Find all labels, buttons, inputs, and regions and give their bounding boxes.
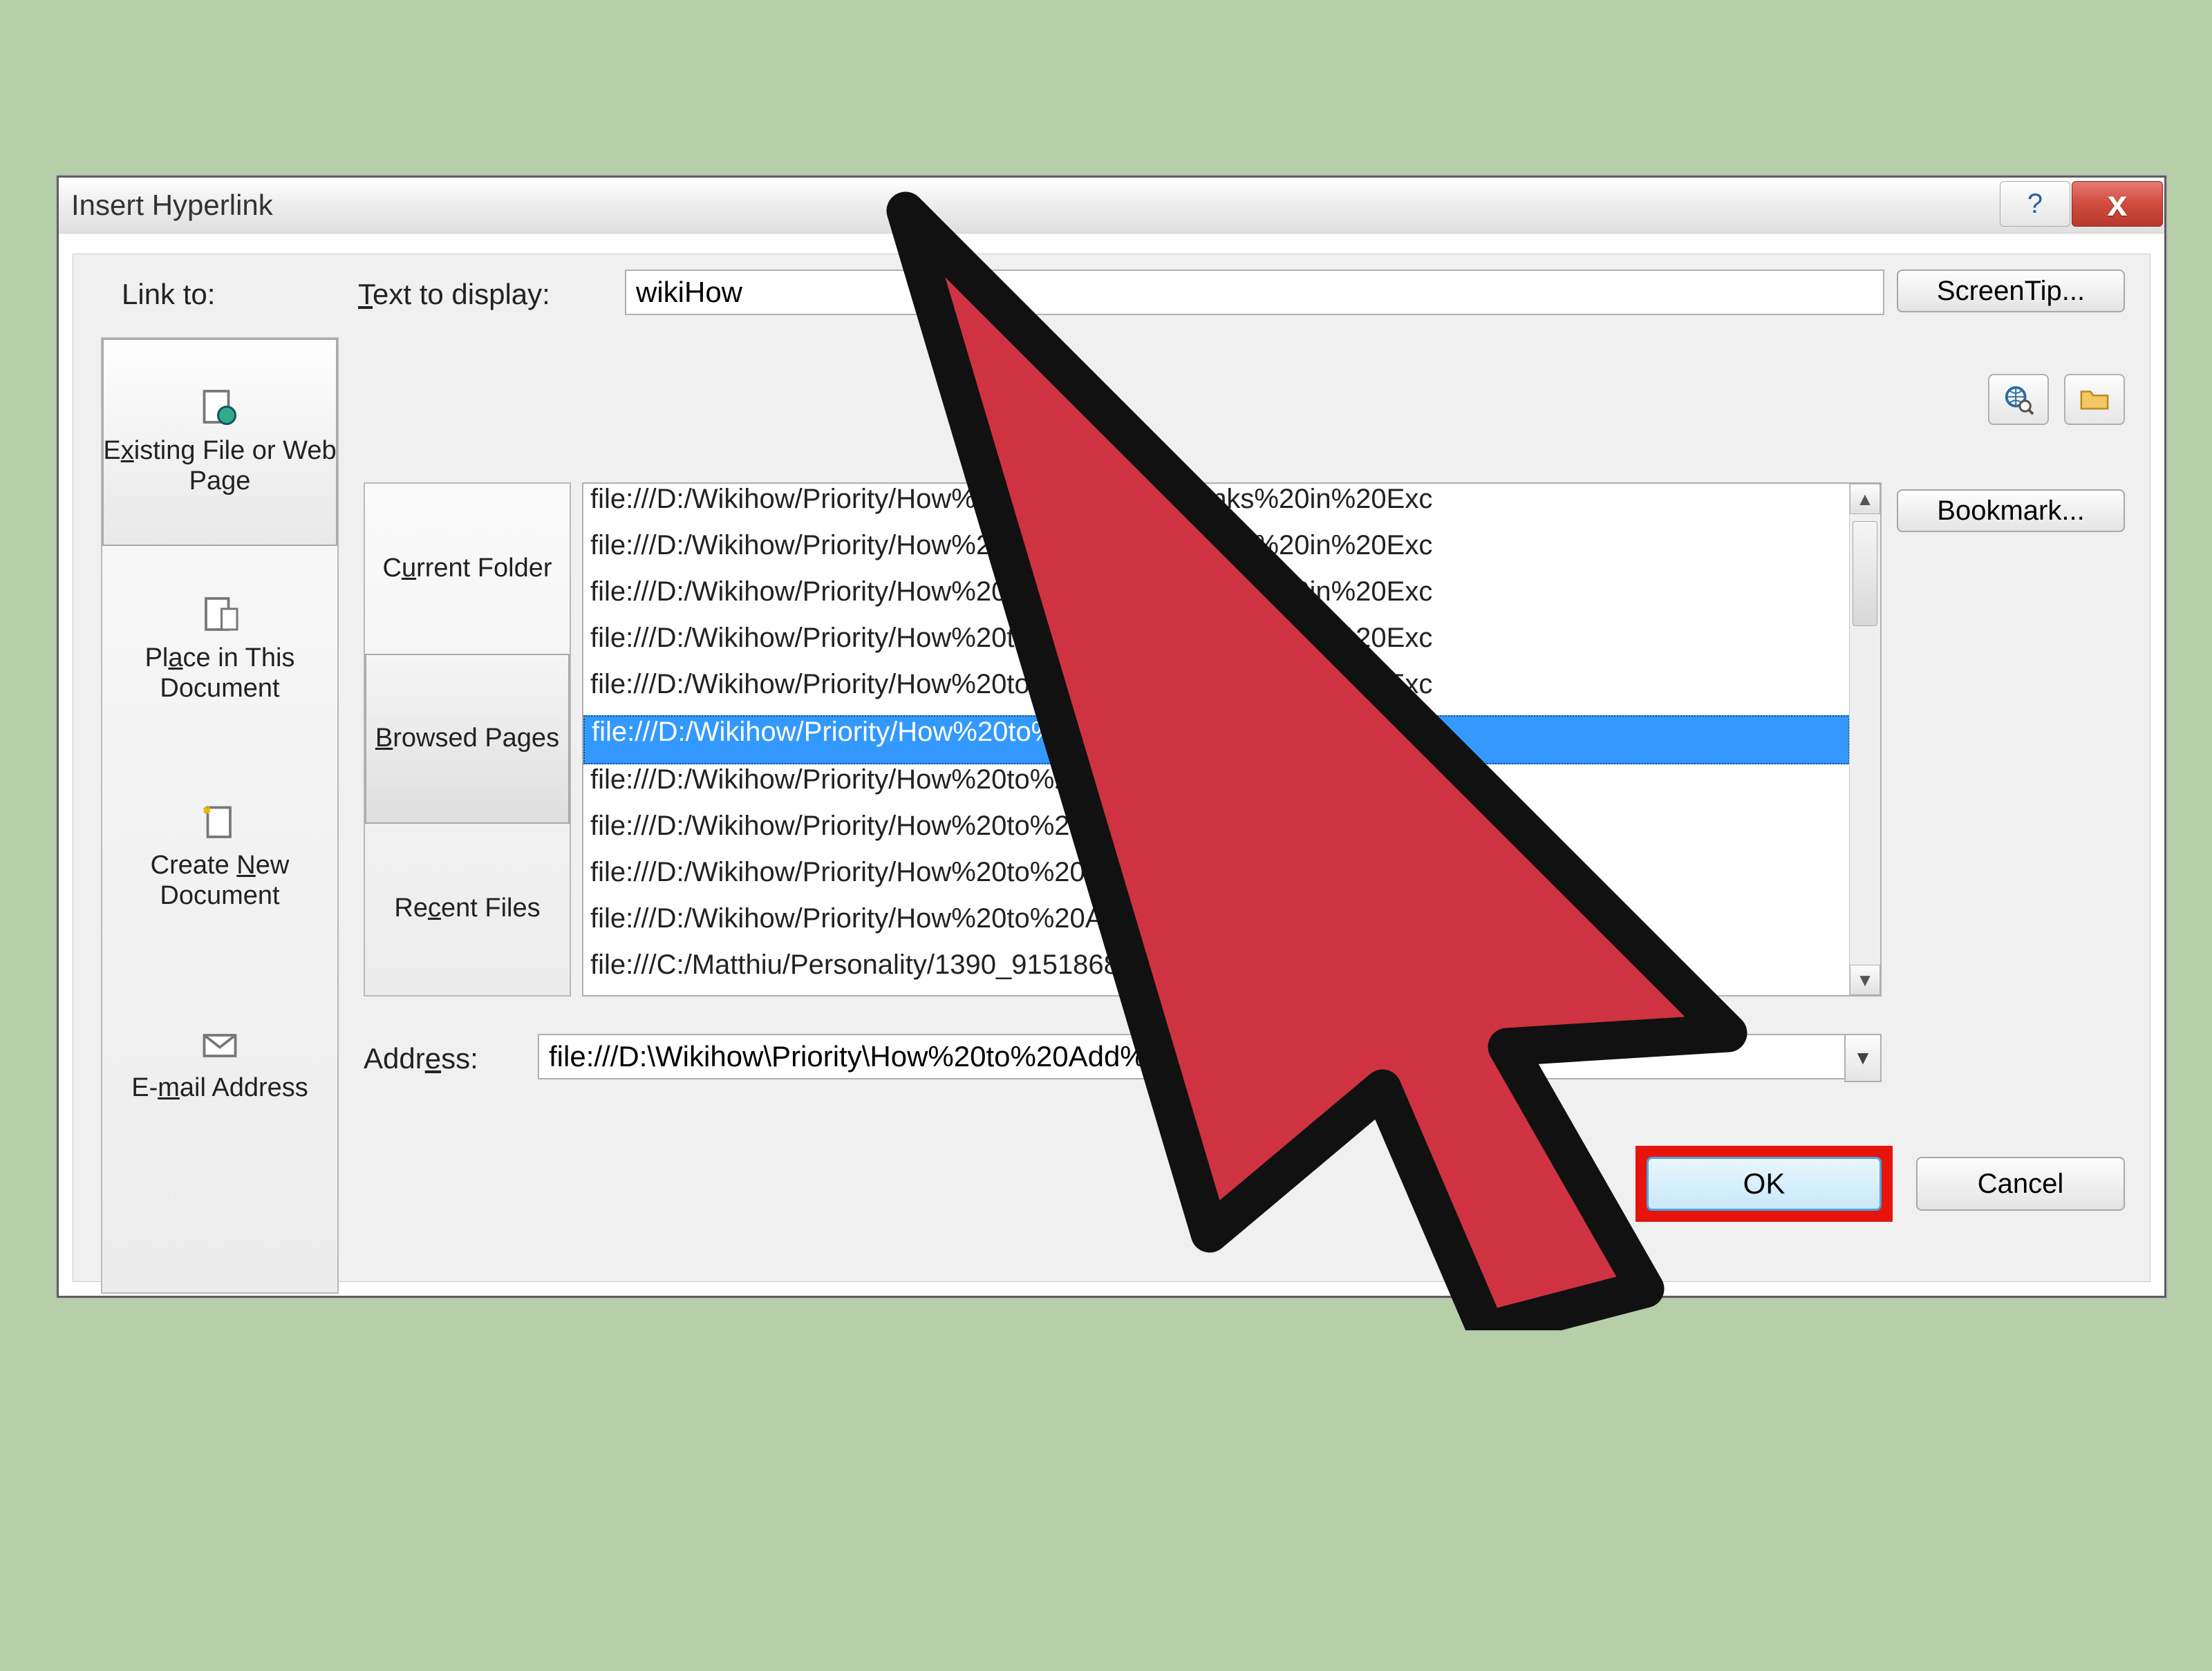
file-list-items: file:///D:/Wikihow/Priority/How%20to%20A… (583, 484, 1850, 995)
lookin-toolbar (364, 372, 2125, 427)
screentip-button[interactable]: ScreenTip... (1897, 270, 2125, 312)
address-label: Address: (364, 1042, 478, 1075)
list-item[interactable]: file:///D:/Wikihow/Priority/How%20to%20A… (583, 811, 1850, 857)
list-item[interactable]: file:///D:/Wikihow/Priority/How%20to%20A… (583, 623, 1850, 669)
file-listbox[interactable]: file:///D:/Wikihow/Priority/How%20to%20A… (582, 482, 1882, 997)
chevron-down-icon: ▼ (1853, 1047, 1873, 1069)
web-page-icon (196, 388, 244, 429)
ok-button[interactable]: OK (1647, 1157, 1882, 1211)
new-document-icon (196, 802, 244, 844)
scroll-track[interactable] (1850, 514, 1880, 965)
link-to-label: Link to: (122, 278, 215, 311)
link-to-create-new-document[interactable]: Create New Document (102, 753, 337, 961)
text-to-display-input[interactable] (625, 270, 1884, 315)
insert-hyperlink-dialog: Insert Hyperlink ? x Link to: Text to di… (57, 176, 2166, 1298)
bookmark-button[interactable]: Bookmark... (1897, 489, 2125, 532)
list-item[interactable]: file:///D:/Wikihow/Priority/How%20to%20A… (583, 530, 1850, 576)
help-icon: ? (2027, 189, 2043, 220)
list-item[interactable]: file:///D:/Wikihow/Priority/How%20to%20A… (583, 857, 1850, 903)
link-to-place-in-document[interactable]: Place in This Document (102, 546, 337, 753)
folder-open-icon (2077, 384, 2112, 415)
link-to-sidebar: Existing File or Web Page Place in This … (101, 337, 339, 1294)
titlebar: Insert Hyperlink ? x (59, 178, 2164, 234)
browse-mode-nav: Current Folder Browsed Pages Recent File… (364, 482, 571, 997)
scroll-up-button[interactable]: ▲ (1850, 484, 1880, 514)
close-icon: x (2108, 183, 2128, 225)
cancel-button[interactable]: Cancel (1916, 1157, 2125, 1211)
recent-files-tab[interactable]: Recent Files (365, 824, 570, 994)
address-input[interactable] (538, 1034, 1865, 1079)
globe-search-icon (2001, 384, 2036, 415)
browse-web-button[interactable] (1988, 374, 2049, 425)
browse-file-button[interactable] (2064, 374, 2125, 425)
document-bookmark-icon (196, 595, 244, 636)
list-item[interactable]: file:///D:/Wikihow/Priority/How%20to%20A… (583, 903, 1850, 950)
email-icon (196, 1025, 244, 1066)
browsed-pages-tab[interactable]: Browsed Pages (365, 654, 570, 824)
list-item[interactable]: file:///C:/Matthiu/Personality/1390_9151… (583, 950, 1850, 996)
close-button[interactable]: x (2072, 181, 2163, 227)
link-to-email-address[interactable]: E-mail Address (102, 961, 337, 1168)
scroll-down-button[interactable]: ▼ (1850, 965, 1880, 995)
current-folder-tab[interactable]: Current Folder (365, 484, 570, 654)
list-item[interactable]: file:///D:/Wikihow/Priority/How%20to%20A… (583, 576, 1850, 623)
scroll-thumb[interactable] (1853, 521, 1877, 626)
help-button[interactable]: ? (2000, 181, 2070, 227)
list-item[interactable]: file:///D:/Wikihow/Priority/How%20to%20A… (583, 764, 1850, 811)
list-item[interactable]: file:///D:/Wikihow/Priority/How%20to%20A… (583, 669, 1850, 715)
dialog-body: Link to: Text to display: ScreenTip... B… (73, 254, 2150, 1282)
listbox-scrollbar[interactable]: ▲ ▼ (1849, 484, 1880, 995)
text-to-display-label: Text to display: (358, 278, 550, 311)
link-to-existing-file[interactable]: Existing File or Web Page (102, 339, 337, 546)
ok-button-highlight: OK (1635, 1146, 1893, 1222)
list-item[interactable]: file:///D:/Wikihow/Priority/How%20to%20A… (583, 715, 1850, 764)
dialog-title: Insert Hyperlink (59, 189, 273, 222)
address-dropdown-button[interactable]: ▼ (1844, 1034, 1882, 1082)
list-item[interactable]: file:///D:/Wikihow/Priority/How%20to%20A… (583, 484, 1850, 530)
